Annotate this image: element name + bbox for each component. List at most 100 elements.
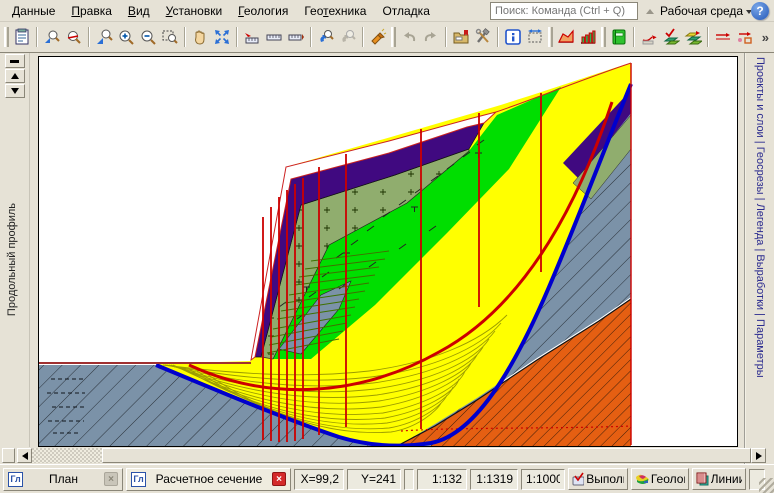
help-icon[interactable]: ? xyxy=(751,2,769,20)
profile-chart-icon[interactable] xyxy=(555,25,577,49)
menu-item-data[interactable]: Данные xyxy=(4,1,63,21)
zoom-in-icon[interactable] xyxy=(115,25,137,49)
menu-bar: Данные Правка Вид Установки Геология Гео… xyxy=(0,0,774,22)
toolbar: » xyxy=(0,22,774,53)
measure-distance-icon[interactable] xyxy=(524,25,546,49)
toolbar-overflow-chevron[interactable]: » xyxy=(759,30,772,45)
toolbar-grip[interactable] xyxy=(4,27,9,47)
cross-section-drawing xyxy=(39,57,737,446)
zoom-area-icon[interactable] xyxy=(93,25,115,49)
scroll-up-button[interactable] xyxy=(5,69,25,83)
right-tab-legend[interactable]: Легенда xyxy=(754,204,766,246)
zoom-window-icon[interactable] xyxy=(159,25,181,49)
toolbar-separator xyxy=(445,27,447,47)
scale-vertical-field[interactable]: 1:1319 xyxy=(470,469,518,490)
folder-bookmark-icon[interactable] xyxy=(450,25,472,49)
menu-item-geology[interactable]: Геология xyxy=(230,1,296,21)
scale-horizontal-field[interactable]: 1:132 xyxy=(417,469,467,490)
toolbar-separator xyxy=(88,27,90,47)
right-tab-geosections[interactable]: Геосрезы xyxy=(754,147,766,195)
redo-icon[interactable] xyxy=(420,25,442,49)
green-book-icon[interactable] xyxy=(608,25,630,49)
info-icon[interactable] xyxy=(502,25,524,49)
hatched-square-icon xyxy=(696,472,709,486)
horizontal-scrollbar[interactable] xyxy=(17,448,766,463)
toolbar-grip[interactable] xyxy=(391,27,396,47)
right-tab-projects-layers[interactable]: Проекты и слои xyxy=(754,57,766,138)
menu-item-settings[interactable]: Установки xyxy=(158,1,231,21)
layer-filter-geology-button[interactable]: Геолог xyxy=(631,468,689,490)
drawing-canvas[interactable] xyxy=(38,56,738,447)
menu-item-geotechnics[interactable]: Геотехника xyxy=(296,1,374,21)
panel-corner-button[interactable] xyxy=(2,448,15,463)
zoom-cancel-icon[interactable] xyxy=(63,25,85,49)
close-icon[interactable]: × xyxy=(272,472,286,486)
doc-tab-section[interactable]: Гл Расчетное сечение × xyxy=(126,468,291,491)
find-zoom-icon[interactable] xyxy=(315,25,337,49)
close-icon[interactable]: × xyxy=(104,472,118,486)
collapse-icon xyxy=(10,60,19,63)
zoom-extents-icon[interactable] xyxy=(211,25,233,49)
scrollbar-thumb[interactable] xyxy=(102,448,751,463)
find-zoom-disabled-icon[interactable] xyxy=(337,25,359,49)
arrow-right-icon xyxy=(756,452,762,460)
toolbar-separator xyxy=(633,27,635,47)
doc-tab-plan[interactable]: Гл План × xyxy=(3,468,123,491)
geology-layers-icon xyxy=(635,473,649,486)
ruler-marker-icon[interactable] xyxy=(285,25,307,49)
check-page-icon xyxy=(572,472,584,486)
layer-filter-done-button[interactable]: Выполн xyxy=(568,468,628,490)
toolbar-separator xyxy=(362,27,364,47)
layers-copy-icon[interactable] xyxy=(682,25,704,49)
scale-view-field[interactable]: 1:1000 xyxy=(521,469,565,490)
arrow-down-icon xyxy=(11,88,19,94)
pan-hand-icon[interactable] xyxy=(189,25,211,49)
panel-collapse-button[interactable] xyxy=(5,54,25,68)
workspace-menu[interactable]: Рабочая среда xyxy=(660,4,752,18)
menu-item-edit[interactable]: Правка xyxy=(63,1,120,21)
layer-filter-lines-button[interactable]: Линии xyxy=(692,468,746,490)
toolbar-separator xyxy=(184,27,186,47)
right-tab-boreholes[interactable]: Выработки xyxy=(754,254,766,310)
curve-arrow-icon[interactable] xyxy=(638,25,660,49)
menu-item-debug[interactable]: Отладка xyxy=(374,1,437,21)
scroll-right-button[interactable] xyxy=(751,448,766,463)
scroll-left-button[interactable] xyxy=(17,448,32,463)
document-type-icon: Гл xyxy=(8,472,23,487)
toolbar-separator xyxy=(36,27,38,47)
bar-chart-icon[interactable] xyxy=(577,25,599,49)
toolbar-grip[interactable] xyxy=(548,27,553,47)
resize-grip[interactable] xyxy=(759,478,774,493)
arrow-line-icon[interactable] xyxy=(712,25,734,49)
search-input[interactable] xyxy=(490,2,638,20)
arrow-up-icon xyxy=(11,73,19,79)
check-layers-icon[interactable] xyxy=(660,25,682,49)
scrollbar-track[interactable] xyxy=(32,448,102,463)
document-type-icon: Гл xyxy=(131,472,146,487)
left-panel-strip: Продольный профиль xyxy=(0,53,30,447)
tools-icon[interactable] xyxy=(472,25,494,49)
toolbar-separator xyxy=(236,27,238,47)
menu-item-view[interactable]: Вид xyxy=(120,1,158,21)
flashlight-icon[interactable] xyxy=(367,25,389,49)
ruler-icon[interactable] xyxy=(263,25,285,49)
zoom-select-icon[interactable] xyxy=(41,25,63,49)
measure-arrow-ruler-icon[interactable] xyxy=(241,25,263,49)
toolbar-separator xyxy=(707,27,709,47)
scroll-down-button[interactable] xyxy=(5,84,25,98)
toolbar-grip[interactable] xyxy=(601,27,606,47)
left-panel-tab-profile[interactable]: Продольный профиль xyxy=(6,203,18,316)
undo-icon[interactable] xyxy=(398,25,420,49)
project-clipboard-icon[interactable] xyxy=(11,25,33,49)
workspace-label: Рабочая среда xyxy=(660,4,743,18)
splitter-icon[interactable] xyxy=(646,9,654,14)
app-window: Данные Правка Вид Установки Геология Гео… xyxy=(0,0,774,493)
coord-x-field: X=99,2 xyxy=(294,469,344,490)
arrow-box-icon[interactable] xyxy=(734,25,756,49)
doc-tab-label: Расчетное сечение xyxy=(150,472,268,486)
status-bar: Гл План × Гл Расчетное сечение × X=99,2 … xyxy=(0,464,774,493)
right-tab-parameters[interactable]: Параметры xyxy=(754,319,766,378)
zoom-out-icon[interactable] xyxy=(137,25,159,49)
spacer-field xyxy=(404,469,414,490)
doc-tab-label: План xyxy=(27,472,100,486)
